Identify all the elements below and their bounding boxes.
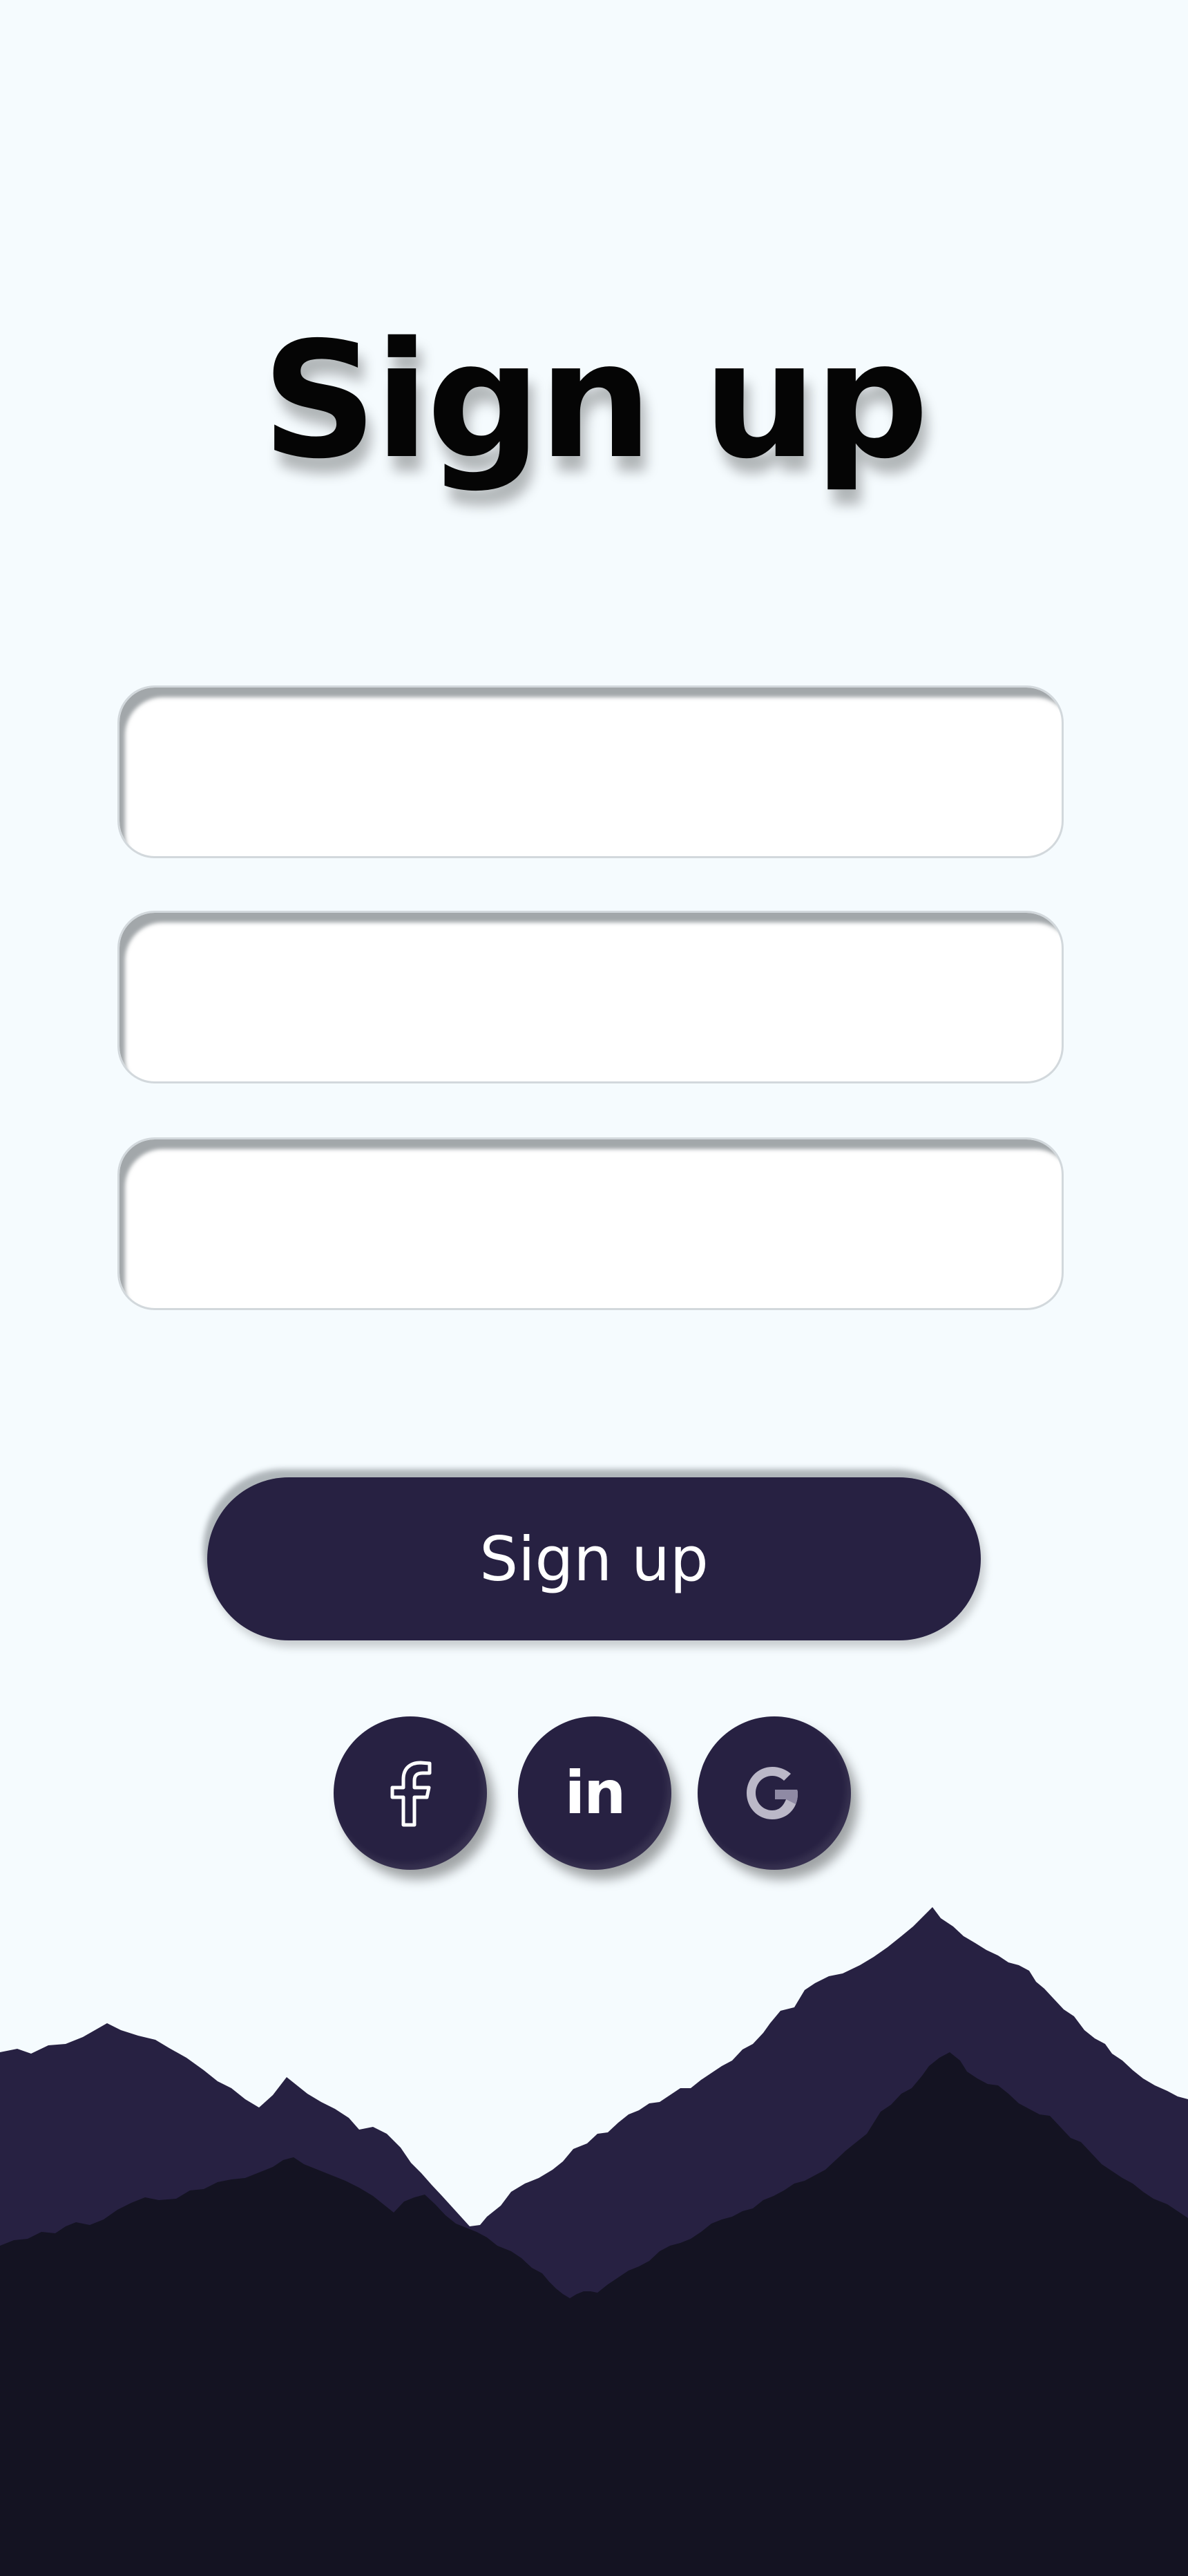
facebook-icon <box>390 1761 432 1827</box>
signup-field-1[interactable] <box>117 685 1064 858</box>
signup-field-2[interactable] <box>117 911 1064 1083</box>
google-login-button[interactable] <box>698 1716 851 1870</box>
mountain-landscape <box>0 1907 1188 2576</box>
google-icon <box>747 1767 798 1819</box>
facebook-login-button[interactable] <box>334 1716 487 1870</box>
page-title: Sign up <box>262 307 929 494</box>
linkedin-icon: in <box>564 1759 626 1828</box>
sign-up-button[interactable]: Sign up <box>207 1477 981 1640</box>
linkedin-login-button[interactable]: in <box>518 1716 671 1870</box>
signup-field-3[interactable] <box>117 1137 1064 1310</box>
